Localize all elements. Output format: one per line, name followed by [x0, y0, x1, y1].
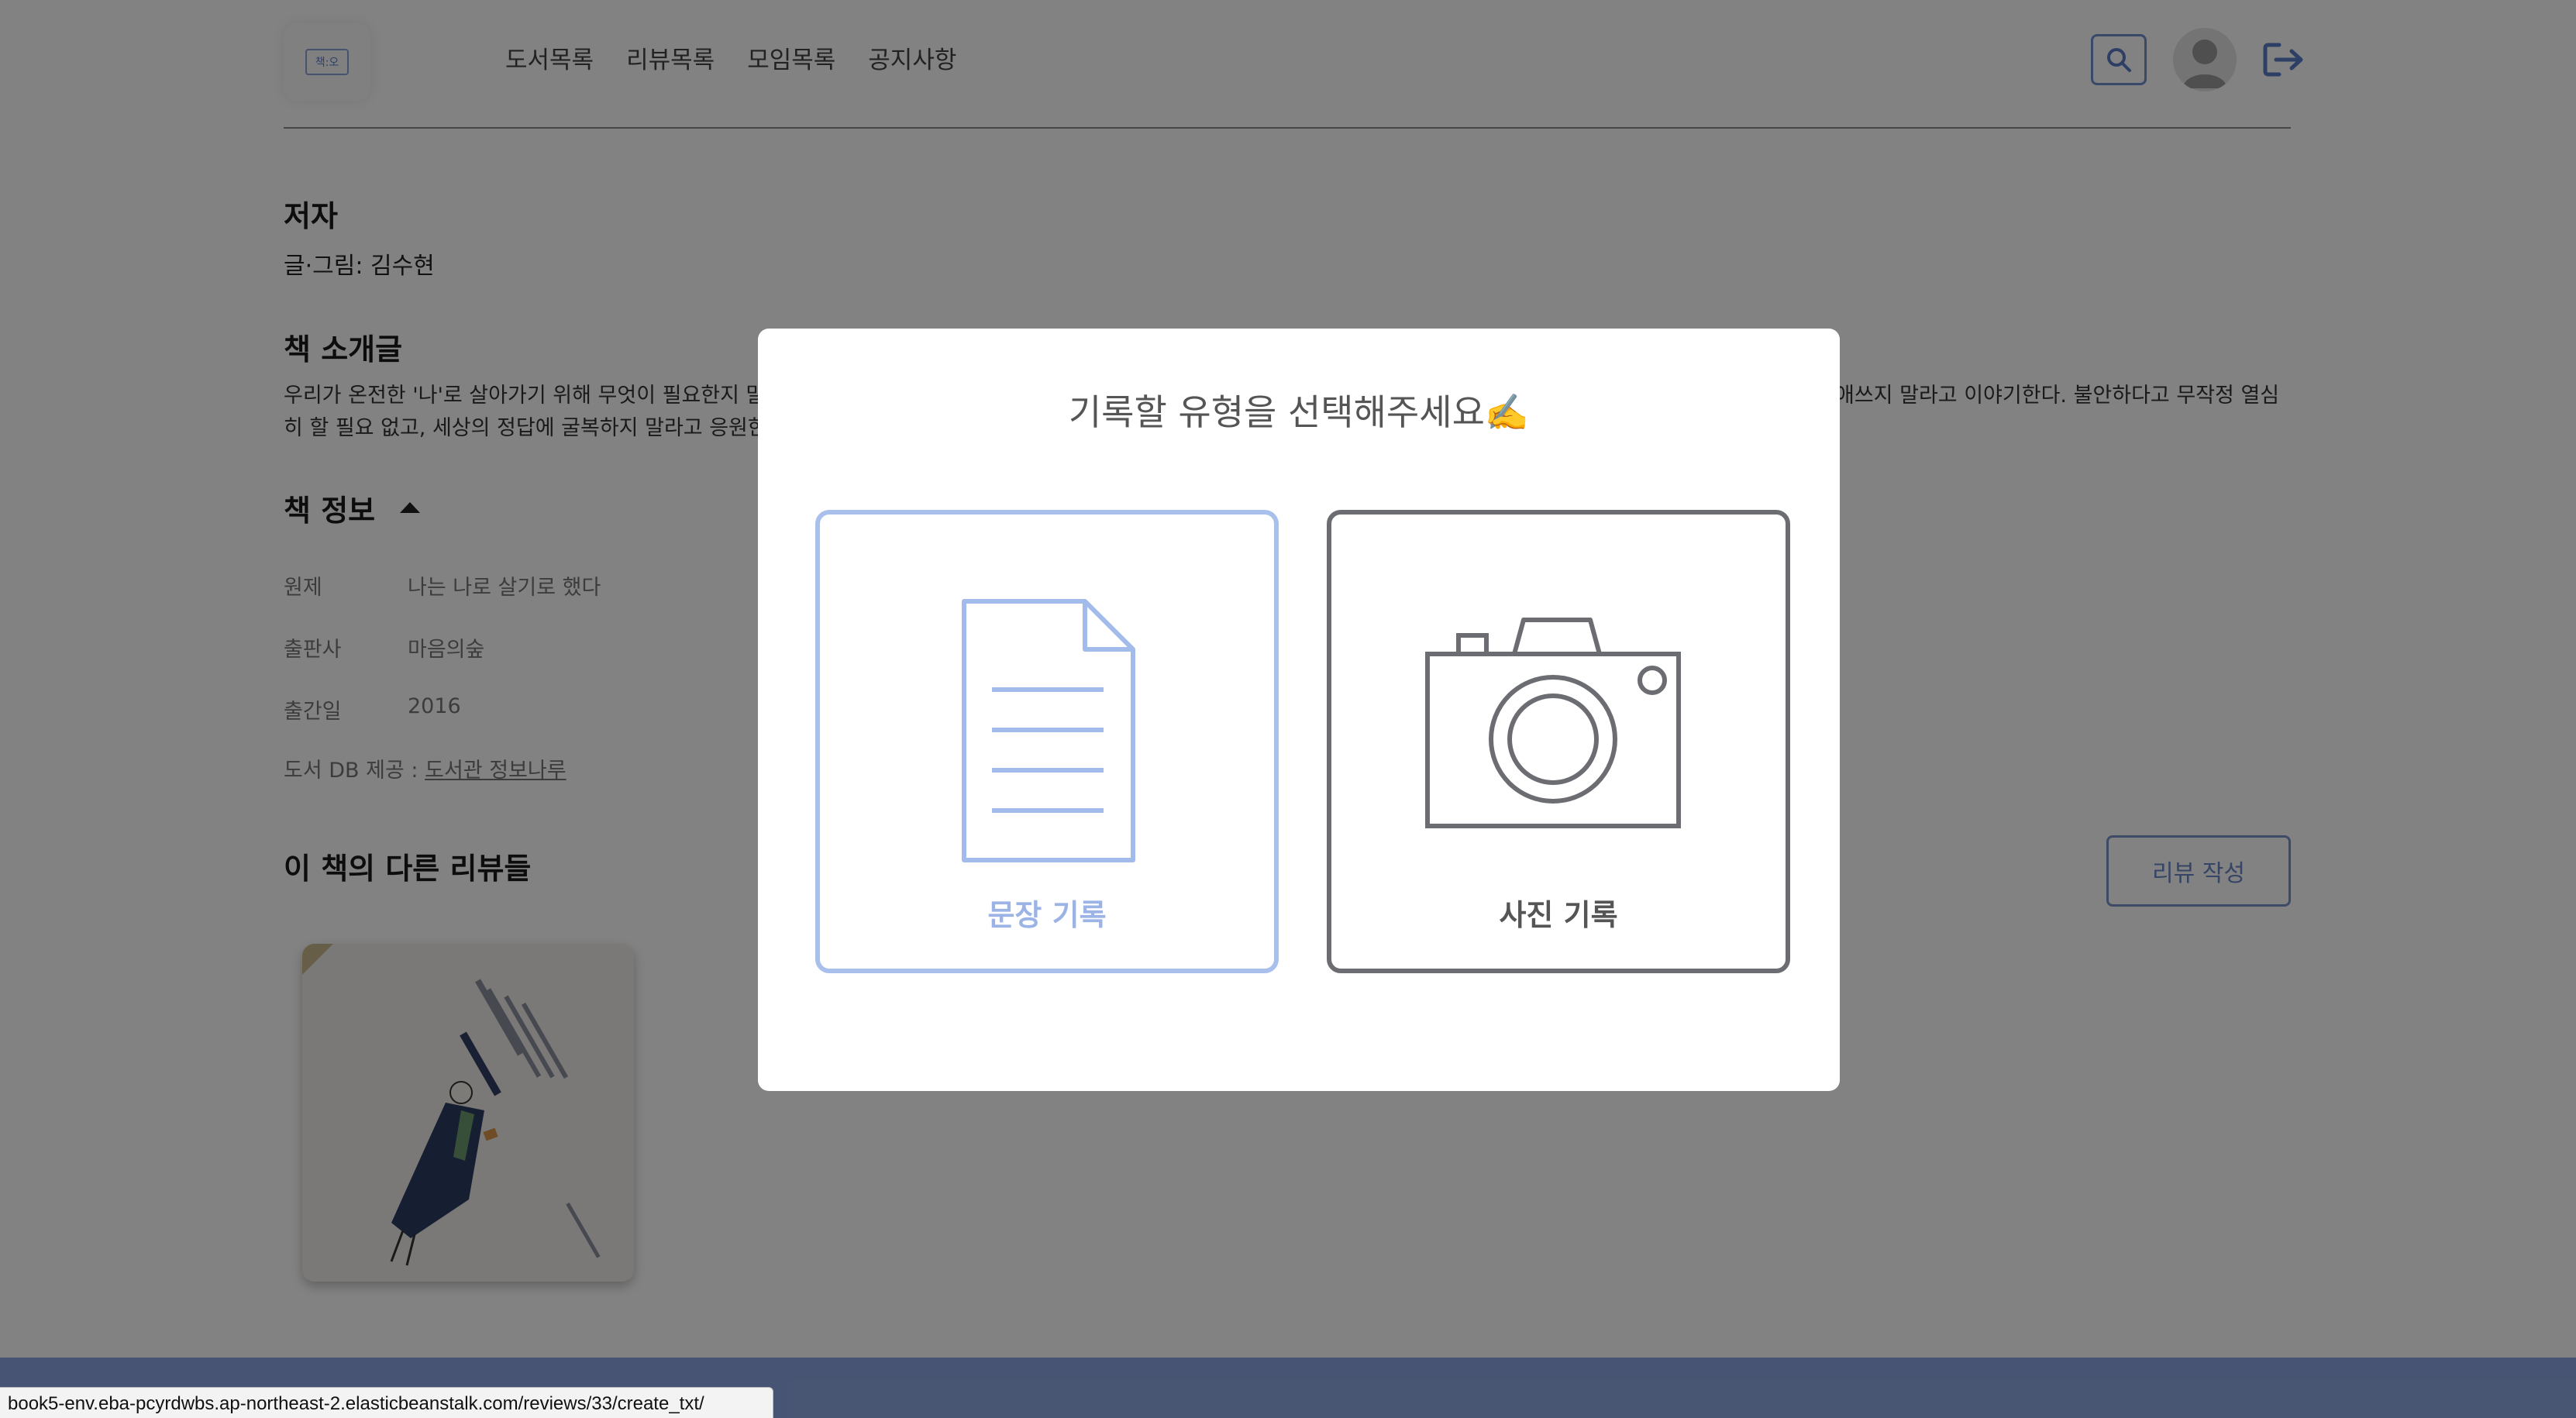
record-type-modal: 기록할 유형을 선택해주세요✍️ 문장 기록 사진 기록 [758, 329, 1840, 1091]
modal-title: 기록할 유형을 선택해주세요✍️ [1068, 391, 1530, 433]
photo-record-option[interactable]: 사진 기록 [1327, 510, 1790, 973]
photo-record-label: 사진 기록 [1499, 898, 1618, 932]
text-record-option[interactable]: 문장 기록 [815, 510, 1279, 973]
text-record-label: 문장 기록 [987, 898, 1107, 932]
status-bar-url: book5-env.eba-pcyrdwbs.ap-northeast-2.el… [0, 1387, 773, 1418]
